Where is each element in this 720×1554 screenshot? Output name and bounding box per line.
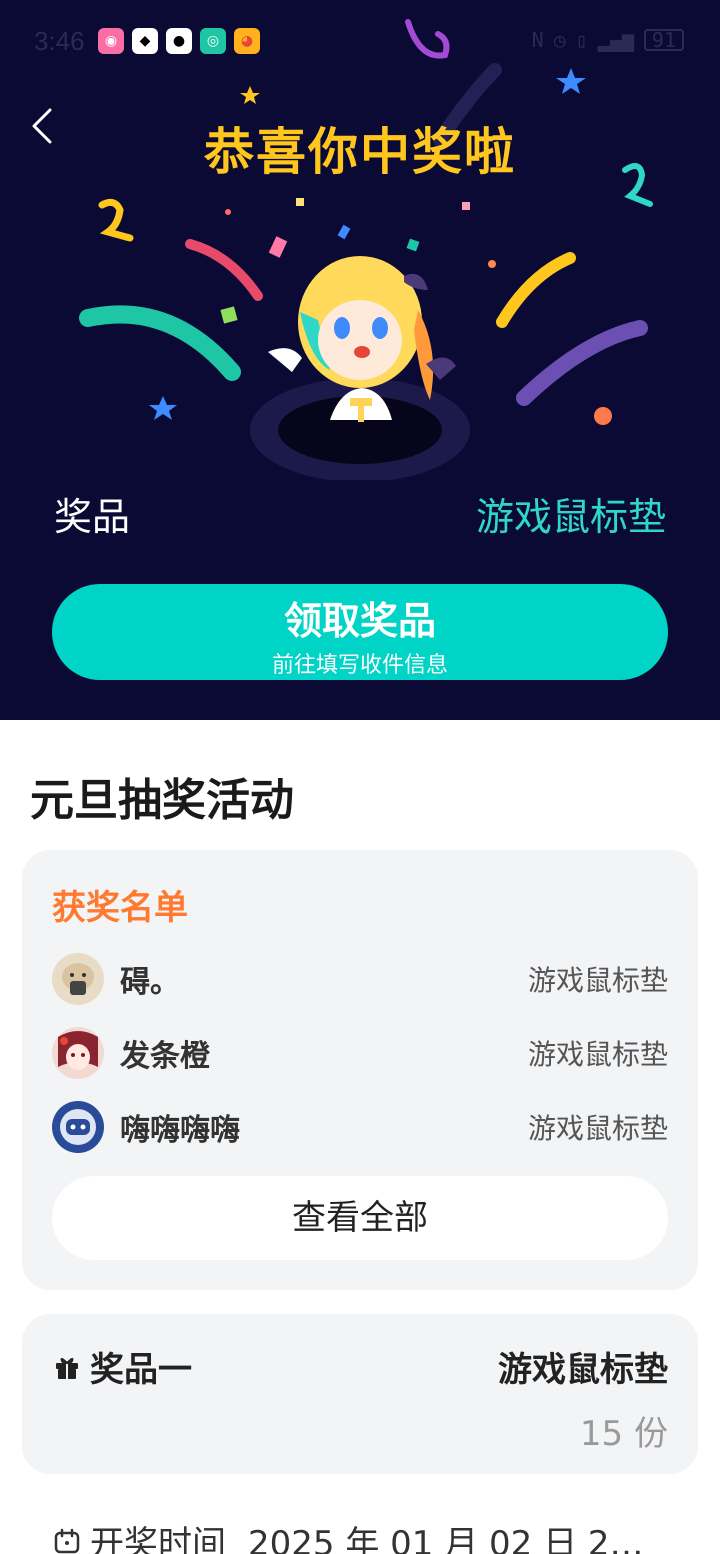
app-icon: ◆	[132, 28, 158, 54]
weibo-icon: ◕	[234, 28, 260, 54]
winner-name: 碍。	[120, 965, 180, 1000]
status-time: 3:46	[34, 26, 85, 56]
winners-header: 获奖名单	[52, 888, 188, 928]
winner-row: 碍。 游戏鼠标垫	[52, 952, 668, 1006]
activity-title: 元旦抽奖活动	[30, 775, 294, 826]
claim-button-label: 领取奖品	[283, 599, 436, 643]
battery-icon: 91	[643, 29, 684, 51]
vibrate-icon: ▯	[575, 28, 588, 52]
winner-name: 嗨嗨嗨嗨	[120, 1113, 240, 1148]
avatar	[52, 1101, 104, 1153]
winner-row: 嗨嗨嗨嗨 游戏鼠标垫	[52, 1100, 668, 1154]
winner-row: 发条橙 游戏鼠标垫	[52, 1026, 668, 1080]
shield-app-icon: ◎	[200, 28, 226, 54]
prize-count: 15 份	[579, 1414, 668, 1454]
status-bar: 3:46 ◉ ◆ ● ◎ ◕ N ◷ ▯ ▂▄▆ 91	[0, 0, 720, 80]
alarm-icon: ◷	[553, 28, 566, 52]
bilibili-icon: ◉	[98, 28, 124, 54]
system-status-icons: N ◷ ▯ ▂▄▆ 91	[532, 28, 684, 52]
claim-button-subtext: 前往填写收件信息	[271, 653, 448, 678]
prize-label: 奖品	[54, 495, 131, 539]
calendar-icon	[54, 1528, 80, 1553]
claim-prize-button[interactable]: 领取奖品 前往填写收件信息	[52, 584, 668, 680]
winners-card: 获奖名单 碍。 游戏鼠标垫 发条橙 游戏鼠标垫 嗨嗨嗨嗨 游戏鼠标垫 查看全部	[22, 850, 698, 1290]
notification-icons: ◉ ◆ ● ◎ ◕	[98, 28, 260, 54]
gift-icon	[56, 1357, 78, 1379]
congrats-title: 恭喜你中奖啦	[204, 123, 516, 181]
draw-time-value: 2025 年 01 月 02 日 2…	[248, 1524, 644, 1554]
winner-prize: 游戏鼠标垫	[527, 1038, 668, 1071]
prize-info-label-group: 奖品一	[54, 1342, 192, 1391]
winner-name: 发条橙	[120, 1039, 210, 1074]
qq-icon: ●	[166, 28, 192, 54]
prize-name: 游戏鼠标垫	[498, 1350, 668, 1390]
avatar	[52, 1027, 104, 1079]
prize-info-card: 奖品一 游戏鼠标垫 15 份	[22, 1314, 698, 1474]
winner-prize: 游戏鼠标垫	[527, 964, 668, 997]
view-all-button[interactable]: 查看全部	[52, 1176, 668, 1260]
prize-tier-label: 奖品一	[90, 1350, 192, 1390]
draw-time-label: 开奖时间	[90, 1524, 226, 1554]
hero-banner: 3:46 ◉ ◆ ● ◎ ◕ N ◷ ▯ ▂▄▆ 91 恭喜你中奖啦 奖品 游戏…	[0, 0, 720, 720]
signal-icon: ▂▄▆	[597, 28, 634, 52]
winner-prize: 游戏鼠标垫	[527, 1112, 668, 1145]
avatar	[52, 953, 104, 1005]
draw-time-row: 开奖时间 2025 年 01 月 02 日 2…	[54, 1516, 644, 1554]
prize-value: 游戏鼠标垫	[475, 495, 666, 539]
nfc-icon: N	[531, 28, 544, 52]
